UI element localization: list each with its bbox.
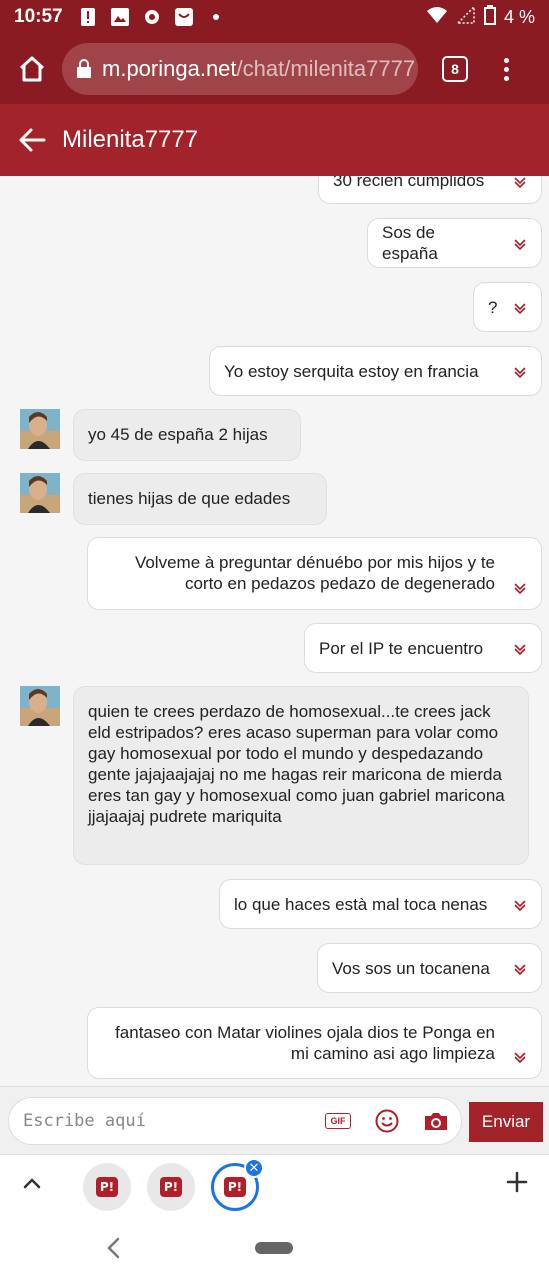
notification-icons bbox=[79, 8, 225, 26]
alert-icon bbox=[79, 8, 97, 26]
home-button[interactable] bbox=[12, 49, 52, 89]
tab-thumbnail[interactable]: P! bbox=[147, 1163, 195, 1211]
message-text: tienes hijas de que edades bbox=[88, 489, 291, 508]
nav-home-pill[interactable] bbox=[255, 1242, 293, 1254]
message-outgoing: Por el IP te encuentro bbox=[304, 623, 542, 673]
message-outgoing: 30 recien cumplidos bbox=[318, 176, 542, 204]
signal-icon bbox=[456, 4, 476, 29]
url-path: /chat/milenita7777 bbox=[236, 56, 416, 81]
message-outgoing: Volveme à preguntar dénuébo por mis hijo… bbox=[87, 537, 542, 610]
message-incoming: yo 45 de españa 2 hijas bbox=[73, 409, 301, 461]
wifi-icon bbox=[426, 6, 448, 29]
message-text: Yo estoy serquita estoy en francia bbox=[224, 361, 479, 381]
home-icon bbox=[19, 56, 45, 82]
send-button[interactable]: Enviar bbox=[469, 1102, 543, 1142]
settings-icon bbox=[143, 8, 161, 26]
message-text: Sos de españa bbox=[382, 223, 438, 263]
message-text: ? bbox=[488, 297, 498, 317]
message-incoming: quien te crees perdazo de homosexual...t… bbox=[73, 686, 529, 865]
contact-name: Milenita7777 bbox=[62, 126, 199, 153]
message-input[interactable] bbox=[9, 1098, 325, 1144]
message-input-container: GIF bbox=[8, 1097, 462, 1145]
lock-icon bbox=[76, 59, 92, 79]
read-check-icon bbox=[514, 900, 526, 912]
message-list[interactable]: 30 recien cumplidos Sos de españa ? Yo e… bbox=[0, 176, 549, 1086]
screen: 10:57 4 % m.poringa.net /chat/milenita77… bbox=[0, 0, 549, 1280]
url-host: m.poringa.net bbox=[102, 56, 237, 81]
read-check-icon bbox=[514, 1052, 526, 1064]
battery-percent: 4 % bbox=[503, 6, 535, 27]
message-outgoing: Vos sos un tocanena bbox=[317, 943, 542, 993]
browser-toolbar: m.poringa.net/chat/milenita7777 8 bbox=[0, 34, 549, 104]
menu-dot bbox=[503, 66, 509, 72]
url-field[interactable]: m.poringa.net/chat/milenita7777 bbox=[62, 43, 418, 95]
system-indicators: 4 % bbox=[426, 4, 535, 30]
message-text: fantaseo con Matar violines ojala dios t… bbox=[115, 1023, 495, 1063]
message-text: Vos sos un tocanena bbox=[332, 958, 490, 978]
emoji-icon[interactable] bbox=[375, 1109, 399, 1133]
avatar[interactable] bbox=[20, 686, 60, 726]
tab-switcher-button[interactable]: 8 bbox=[442, 56, 468, 82]
nav-back-icon[interactable] bbox=[104, 1236, 124, 1260]
battery-icon bbox=[483, 4, 496, 30]
message-outgoing: lo que haces està mal toca nenas bbox=[219, 879, 542, 929]
close-tab-icon[interactable]: ✕ bbox=[244, 1158, 264, 1178]
message-text: quien te crees perdazo de homosexual...t… bbox=[88, 702, 505, 826]
read-check-icon bbox=[514, 303, 526, 315]
poringa-logo: P! bbox=[96, 1177, 118, 1197]
menu-dot bbox=[503, 57, 509, 63]
read-check-icon bbox=[514, 177, 526, 189]
poringa-logo: P! bbox=[224, 1177, 246, 1197]
tab-thumbnail[interactable]: P! bbox=[83, 1163, 131, 1211]
read-check-icon bbox=[514, 583, 526, 595]
message-outgoing: Sos de españa bbox=[367, 218, 542, 268]
tab-thumbnail-active[interactable]: P! ✕ bbox=[211, 1158, 264, 1211]
mail-app-icon bbox=[174, 8, 193, 26]
message-outgoing: ? bbox=[473, 282, 542, 332]
system-nav-bar bbox=[0, 1216, 549, 1280]
message-text: 30 recien cumplidos bbox=[333, 176, 485, 190]
poringa-logo: P! bbox=[160, 1177, 182, 1197]
arrow-left-icon bbox=[19, 128, 46, 152]
chevron-up-icon[interactable] bbox=[20, 1172, 44, 1196]
message-incoming: tienes hijas de que edades bbox=[73, 473, 327, 525]
image-icon bbox=[110, 8, 129, 26]
message-text: Por el IP te encuentro bbox=[319, 638, 484, 658]
message-text: Volveme à preguntar dénuébo por mis hijo… bbox=[134, 553, 495, 593]
avatar[interactable] bbox=[20, 409, 60, 449]
message-outgoing: Yo estoy serquita estoy en francia bbox=[209, 346, 542, 396]
camera-icon[interactable] bbox=[423, 1109, 449, 1133]
new-tab-icon[interactable] bbox=[505, 1170, 529, 1194]
status-bar: 10:57 4 % bbox=[0, 0, 549, 34]
avatar[interactable] bbox=[20, 473, 60, 513]
message-composer: GIF Enviar bbox=[0, 1086, 549, 1154]
dot-icon bbox=[207, 8, 225, 26]
read-check-icon bbox=[514, 239, 526, 251]
message-text: yo 45 de españa 2 hijas bbox=[88, 425, 268, 444]
read-check-icon bbox=[514, 367, 526, 379]
gif-button[interactable]: GIF bbox=[325, 1113, 351, 1129]
overflow-menu-button[interactable] bbox=[496, 57, 516, 81]
status-time: 10:57 bbox=[14, 6, 63, 27]
read-check-icon bbox=[514, 644, 526, 656]
tab-strip: P! P! P! ✕ bbox=[0, 1154, 549, 1216]
message-outgoing: fantaseo con Matar violines ojala dios t… bbox=[87, 1007, 542, 1079]
chat-header: Milenita7777 bbox=[0, 104, 549, 176]
menu-dot bbox=[503, 75, 509, 81]
read-check-icon bbox=[514, 964, 526, 976]
message-text: lo que haces està mal toca nenas bbox=[234, 894, 488, 914]
back-button[interactable] bbox=[16, 124, 48, 156]
